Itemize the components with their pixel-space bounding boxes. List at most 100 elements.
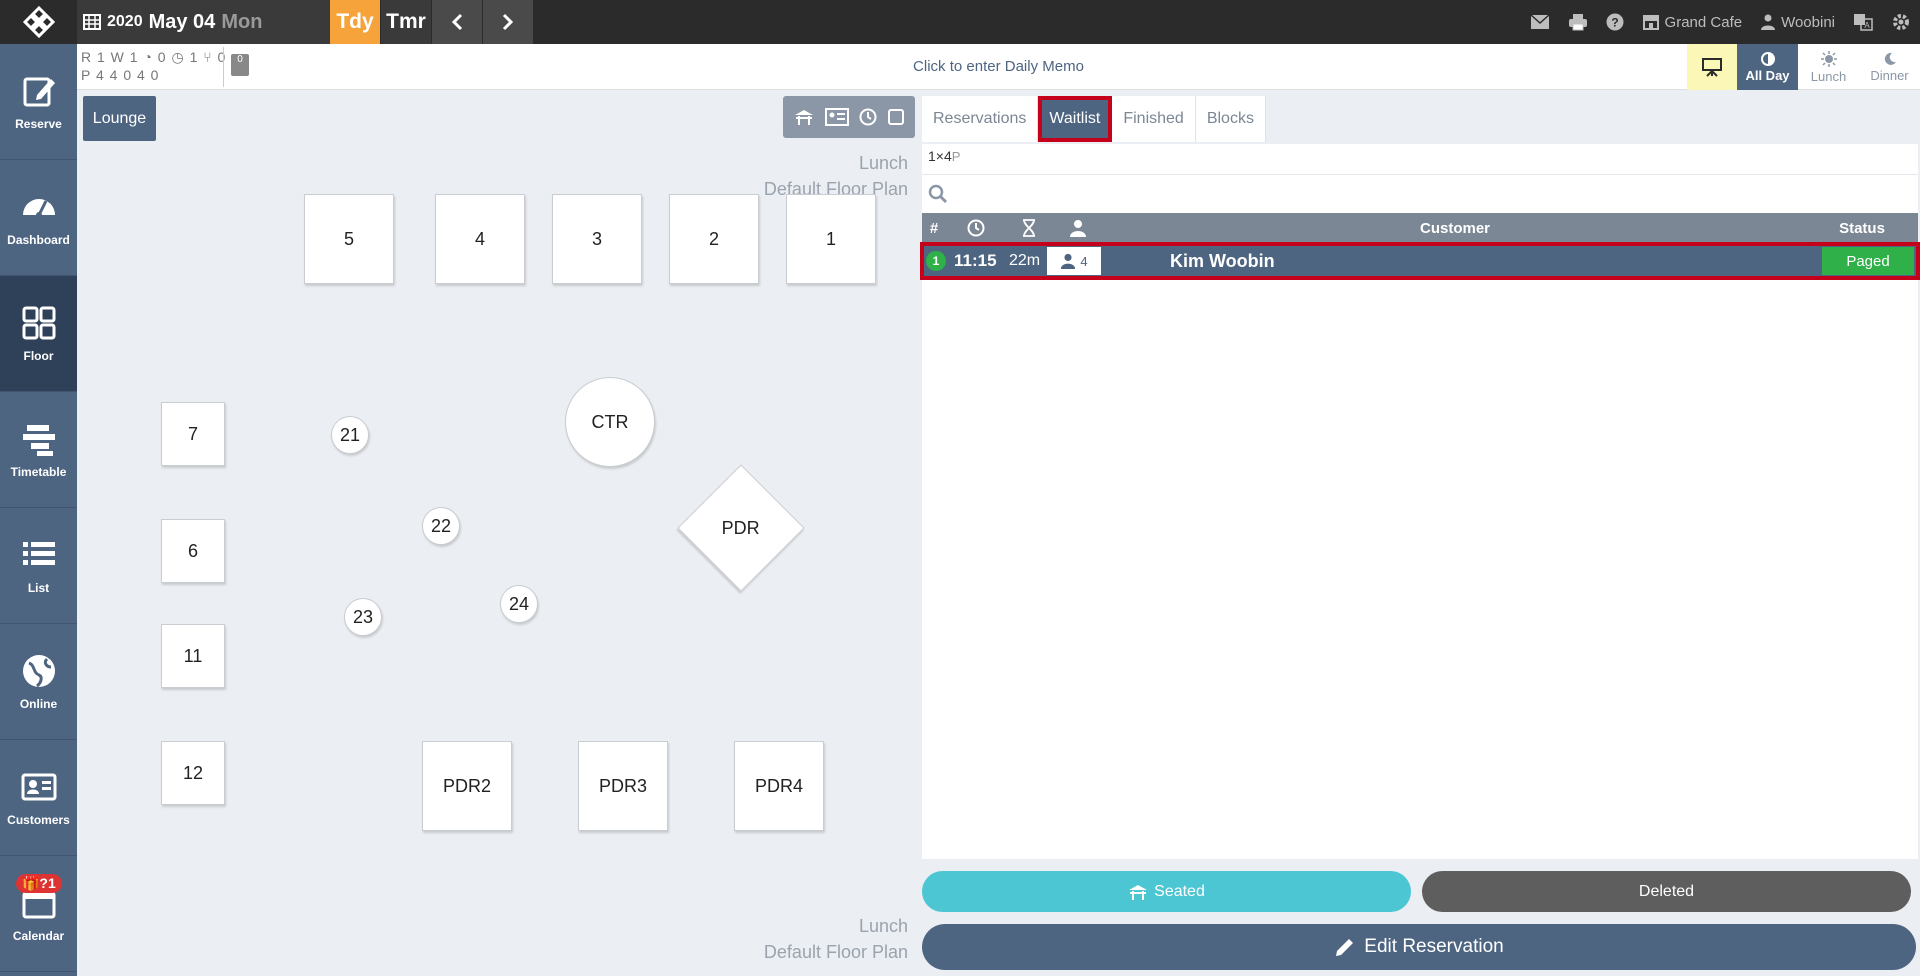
table-2[interactable]: 2 bbox=[669, 194, 759, 284]
mail-icon bbox=[1530, 14, 1550, 29]
status-badge[interactable]: Paged bbox=[1822, 247, 1914, 275]
table-3[interactable]: 3 bbox=[552, 194, 642, 284]
table-23[interactable]: 23 bbox=[344, 598, 382, 636]
meal-caption: Lunch bbox=[858, 153, 908, 173]
table-pdr4[interactable]: PDR4 bbox=[734, 741, 824, 831]
table-6[interactable]: 6 bbox=[161, 519, 225, 583]
dashboard-icon bbox=[22, 198, 55, 218]
sidebar-item-online[interactable]: Online bbox=[0, 624, 77, 740]
row-customer-name: Kim Woobin bbox=[1170, 250, 1275, 271]
sidebar-item-list[interactable]: List bbox=[0, 508, 77, 624]
top-bar: 2020 May 04 Mon Tdy Tmr ? Grand Cafe Woo… bbox=[0, 0, 1920, 44]
edit-reservation-button[interactable]: Edit Reservation bbox=[922, 924, 1916, 970]
table-5[interactable]: 5 bbox=[304, 194, 394, 284]
meal-all-day[interactable]: All Day bbox=[1737, 44, 1798, 90]
column-header-party[interactable] bbox=[1052, 213, 1104, 243]
search-bar bbox=[922, 174, 1918, 212]
seated-icon bbox=[1129, 884, 1148, 900]
search-input[interactable] bbox=[956, 185, 1856, 202]
seated-label: Seated bbox=[1154, 882, 1205, 900]
printer-icon bbox=[1568, 14, 1587, 31]
column-header-number[interactable]: # bbox=[922, 213, 946, 243]
restaurant-selector[interactable]: Grand Cafe bbox=[1633, 0, 1752, 44]
meal-label: Lunch bbox=[1810, 68, 1847, 84]
floor-view-toggles bbox=[783, 96, 915, 138]
half-circle-icon bbox=[1760, 51, 1775, 66]
area-tab-lounge[interactable]: Lounge bbox=[83, 96, 156, 141]
calendar-badge: 🎁?1 bbox=[16, 874, 62, 893]
print-button[interactable] bbox=[1559, 0, 1597, 44]
tab-finished[interactable]: Finished bbox=[1112, 96, 1196, 142]
hourglass-icon bbox=[1023, 219, 1035, 237]
customer-card-icon bbox=[21, 773, 56, 800]
sidebar-item-timetable[interactable]: Timetable bbox=[0, 392, 77, 508]
reservation-panel: Reservations Waitlist Finished Blocks 1×… bbox=[920, 90, 1920, 976]
clock-icon[interactable] bbox=[859, 108, 877, 126]
clock-icon bbox=[967, 219, 985, 237]
column-header-customer[interactable]: Customer bbox=[1104, 213, 1806, 243]
today-button[interactable]: Tdy bbox=[330, 0, 380, 44]
table-7[interactable]: 7 bbox=[161, 402, 225, 466]
seated-button[interactable]: Seated bbox=[922, 871, 1411, 912]
table-pdr2[interactable]: PDR2 bbox=[422, 741, 512, 831]
settings-button[interactable] bbox=[1882, 0, 1920, 44]
next-day-button[interactable] bbox=[483, 0, 533, 44]
meal-dinner[interactable]: Dinner bbox=[1859, 44, 1920, 90]
tab-waitlist[interactable]: Waitlist bbox=[1038, 96, 1113, 142]
app-logo[interactable] bbox=[0, 0, 77, 44]
table-24[interactable]: 24 bbox=[500, 585, 538, 623]
daily-memo[interactable]: Click to enter Daily Memo bbox=[77, 58, 1920, 75]
sidebar-item-dashboard[interactable]: Dashboard bbox=[0, 160, 77, 276]
row-party-size: 4 bbox=[1047, 247, 1101, 275]
user-tie-icon bbox=[1761, 14, 1776, 30]
sun-icon bbox=[1820, 50, 1837, 67]
sidebar-item-floor[interactable]: Floor bbox=[0, 276, 77, 392]
table-1[interactable]: 1 bbox=[786, 194, 876, 284]
sidebar-item-calendar[interactable]: 🎁?1 Calendar bbox=[0, 856, 77, 972]
table-row[interactable]: 1 11:15 22m 4 Kim Woobin Paged bbox=[920, 242, 1920, 280]
user-name: Woobini bbox=[1781, 13, 1835, 31]
calendar-grid-icon bbox=[83, 14, 101, 30]
moon-icon bbox=[1884, 52, 1896, 65]
seated-icon[interactable] bbox=[794, 108, 814, 126]
date-picker[interactable]: 2020 May 04 Mon bbox=[77, 0, 330, 44]
sidebar-item-label: Calendar bbox=[12, 928, 65, 943]
column-header-status[interactable]: Status bbox=[1806, 213, 1918, 243]
help-button[interactable]: ? bbox=[1597, 0, 1633, 44]
tomorrow-button[interactable]: Tmr bbox=[381, 0, 431, 44]
previous-day-button[interactable] bbox=[432, 0, 482, 44]
board-view-button[interactable] bbox=[1687, 44, 1737, 90]
pencil-icon bbox=[1336, 939, 1354, 956]
table-22[interactable]: 22 bbox=[422, 507, 460, 545]
tab-reservations[interactable]: Reservations bbox=[922, 96, 1039, 142]
meal-lunch[interactable]: Lunch bbox=[1798, 44, 1859, 90]
sidebar: Reserve Dashboard Floor Timetable List O… bbox=[0, 44, 77, 976]
sidebar-item-label: Floor bbox=[23, 348, 54, 363]
mail-button[interactable] bbox=[1521, 0, 1559, 44]
id-card-icon[interactable] bbox=[824, 108, 849, 126]
list-icon bbox=[22, 541, 55, 565]
table-11[interactable]: 11 bbox=[161, 624, 225, 688]
sidebar-item-reserve[interactable]: Reserve bbox=[0, 44, 77, 160]
floor-plan-caption-bottom: Lunch Default Floor Plan bbox=[764, 913, 908, 965]
table-4[interactable]: 4 bbox=[435, 194, 525, 284]
date-month-day: May 04 bbox=[148, 10, 216, 33]
svg-text:A: A bbox=[1864, 21, 1870, 30]
tab-blocks[interactable]: Blocks bbox=[1195, 96, 1266, 142]
user-menu[interactable]: Woobini bbox=[1751, 0, 1844, 44]
table-21[interactable]: 21 bbox=[331, 416, 369, 454]
table-pdr[interactable]: PDR bbox=[677, 464, 805, 592]
waitlist-area: 1×4P # Customer Status 1 11:15 22m 4 Kim… bbox=[920, 144, 1920, 859]
table-header: # Customer Status bbox=[922, 213, 1918, 243]
square-icon[interactable] bbox=[887, 109, 904, 125]
table-12[interactable]: 12 bbox=[161, 741, 225, 805]
deleted-button[interactable]: Deleted bbox=[1422, 871, 1911, 912]
table-ctr[interactable]: CTR bbox=[565, 377, 655, 467]
language-button[interactable]: A bbox=[1844, 0, 1882, 44]
store-icon bbox=[1642, 15, 1659, 30]
sidebar-item-customers[interactable]: Customers bbox=[0, 740, 77, 856]
table-pdr3[interactable]: PDR3 bbox=[578, 741, 668, 831]
column-header-time[interactable] bbox=[946, 213, 1006, 243]
table-label: PDR bbox=[721, 517, 761, 538]
column-header-duration[interactable] bbox=[1006, 213, 1052, 243]
